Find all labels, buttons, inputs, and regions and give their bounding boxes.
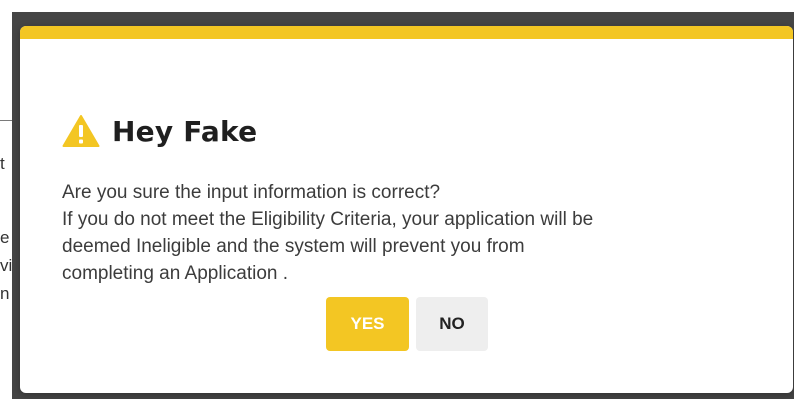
dialog-message-line: Are you sure the input information is co… bbox=[62, 182, 441, 203]
no-button[interactable]: NO bbox=[416, 297, 488, 351]
dialog-title: Hey Fake bbox=[112, 114, 258, 148]
dialog-accent-bar bbox=[20, 26, 793, 39]
confirmation-dialog: Hey Fake Are you sure the input informat… bbox=[20, 26, 793, 393]
dialog-message: Are you sure the input information is co… bbox=[62, 179, 752, 287]
warning-icon bbox=[62, 114, 100, 148]
dialog-message-line: completing an Application . bbox=[62, 263, 289, 284]
dialog-message-line: deemed Ineligible and the system will pr… bbox=[62, 236, 525, 257]
yes-button[interactable]: YES bbox=[326, 297, 409, 351]
dialog-actions: YES NO bbox=[326, 297, 488, 351]
dialog-message-line: If you do not meet the Eligibility Crite… bbox=[62, 209, 594, 230]
dialog-header: Hey Fake bbox=[62, 111, 257, 151]
